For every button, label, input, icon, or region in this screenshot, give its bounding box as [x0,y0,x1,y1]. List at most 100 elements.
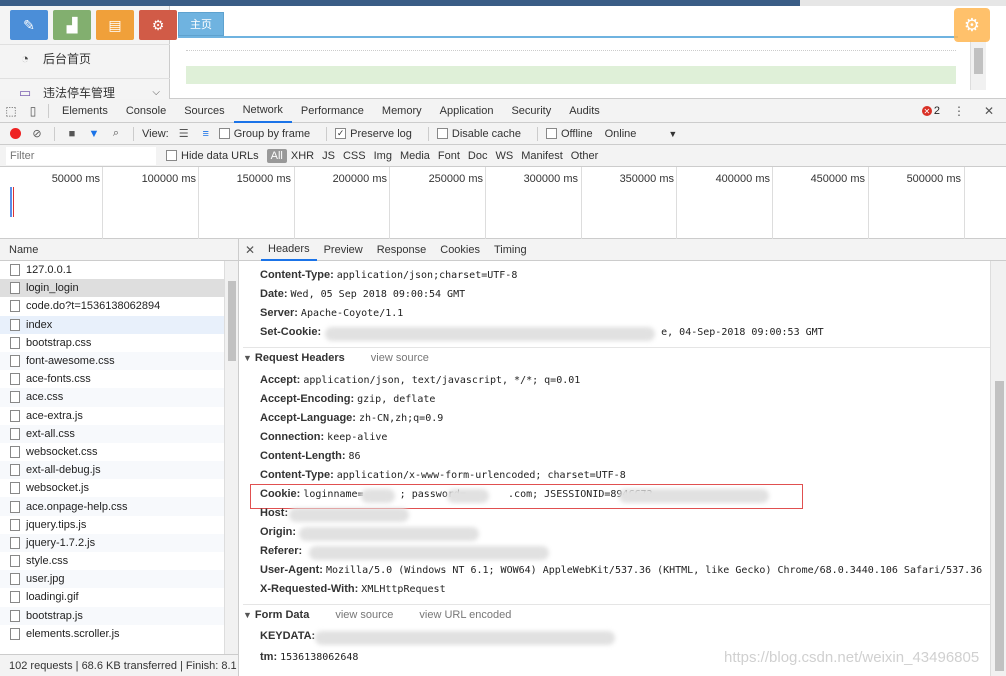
request-row[interactable]: ext-all.css [0,424,224,443]
request-list-scrollbar[interactable] [224,261,238,654]
request-name: font-awesome.css [26,355,115,368]
view-url-encoded-link[interactable]: view URL encoded [419,609,511,621]
request-row[interactable]: ace-fonts.css [0,370,224,388]
request-row[interactable]: websocket.css [0,443,224,461]
request-row[interactable]: 127.0.0.1 [0,261,224,279]
form-data-section[interactable]: ▼ Form Data view source view URL encoded [243,604,990,624]
request-header-row: Accept-Encoding: gzip, deflate [260,393,435,405]
view-source-link[interactable]: view source [335,609,393,621]
filter-type-font[interactable]: Font [434,150,464,162]
request-row[interactable]: user.jpg [0,570,224,589]
view-source-link[interactable]: view source [371,352,429,364]
divider [186,50,956,51]
header-value: e, 04-Sep-2018 09:00:53 GMT [661,327,824,338]
tab-elements[interactable]: Elements [53,99,117,123]
tab-audits[interactable]: Audits [560,99,609,123]
request-headers-section[interactable]: ▼ Request Headers view source [243,347,990,367]
request-name: websocket.css [26,445,98,458]
filter-input[interactable] [6,146,156,165]
app-scrollbar[interactable] [970,40,986,90]
request-row[interactable]: elements.scroller.js [0,625,224,643]
detail-scrollbar[interactable] [990,261,1006,676]
image-file-icon [10,573,20,586]
filter-type-img[interactable]: Img [370,150,396,162]
tab-application[interactable]: Application [431,99,503,123]
filter-type-manifest[interactable]: Manifest [517,150,567,162]
column-header-name[interactable]: Name [0,239,238,261]
tab-response[interactable]: Response [370,239,434,261]
tab-memory[interactable]: Memory [373,99,431,123]
filter-icon[interactable]: ▼ [85,125,103,143]
book-icon[interactable]: ▤ [96,10,134,40]
error-badge[interactable]: ✕ 2 [921,105,940,117]
timeline-overview[interactable]: 50000 ms 100000 ms 150000 ms 200000 ms 2… [0,167,1006,239]
bar-chart-icon[interactable]: ▟ [53,10,91,40]
file-icon [10,518,20,531]
device-toolbar-icon[interactable]: ▯ [22,99,44,123]
tab-console[interactable]: Console [117,99,175,123]
request-row[interactable]: style.css [0,552,224,570]
request-row[interactable]: font-awesome.css [0,351,224,371]
filter-type-all[interactable]: All [266,148,287,163]
request-header-row: User-Agent: Mozilla/5.0 (Windows NT 6.1; … [260,564,982,576]
waterfall-icon[interactable]: ≡ [197,125,215,143]
tab-performance[interactable]: Performance [292,99,373,123]
request-row[interactable]: jquery.tips.js [0,516,224,534]
request-row[interactable]: websocket.js [0,479,224,497]
file-icon [10,373,20,386]
filter-type-doc[interactable]: Doc [464,150,492,162]
form-value: 1536138062648 [280,652,359,663]
filter-type-ws[interactable]: WS [491,150,517,162]
close-icon[interactable]: ✕ [239,239,261,261]
close-icon[interactable]: ✕ [978,99,1000,123]
tab-network[interactable]: Network [233,99,292,123]
search-icon[interactable]: ⌕ [107,125,125,143]
request-row[interactable]: code.do?t=1536138062894 [0,297,224,315]
offline-checkbox[interactable]: Offline [545,127,593,140]
sidebar-item-home[interactable]: ◔ 后台首页 [0,44,170,72]
group-by-frame-checkbox[interactable]: Group by frame [218,128,310,140]
settings-gear-icon[interactable]: ⚙ [954,8,990,42]
hide-data-urls-checkbox[interactable]: Hide data URLs [166,150,259,162]
tab-cookies[interactable]: Cookies [433,239,487,261]
capture-screenshots-icon[interactable]: ■ [63,125,81,143]
request-row[interactable]: bootstrap.css [0,334,224,352]
request-row[interactable]: loadingi.gif [0,588,224,606]
request-row[interactable]: ace.css [0,388,224,407]
watermark: https://blog.csdn.net/weixin_43496805 [724,649,980,666]
request-row[interactable]: ace.onpage-help.css [0,497,224,516]
filter-type-other[interactable]: Other [567,150,603,162]
filter-type-js[interactable]: JS [318,150,339,162]
file-icon [10,427,20,440]
filter-type-css[interactable]: CSS [339,150,370,162]
request-row[interactable]: ace-extra.js [0,407,224,425]
tab-sources[interactable]: Sources [175,99,233,123]
pencil-icon[interactable]: ✎ [10,10,48,40]
tab-headers[interactable]: Headers [261,239,317,261]
inspect-element-icon[interactable]: ⬚ [0,99,22,123]
file-icon [10,555,20,568]
record-button[interactable] [6,125,24,143]
form-data-row: tm: 1536138062648 [260,651,358,663]
request-row[interactable]: jquery-1.7.2.js [0,533,224,552]
tab-preview[interactable]: Preview [317,239,370,261]
preserve-log-checkbox[interactable]: ✓ Preserve log [335,128,412,140]
file-icon [10,609,20,622]
tab-home[interactable]: 主页 [178,12,224,36]
tab-timing[interactable]: Timing [487,239,534,261]
tab-security[interactable]: Security [502,99,560,123]
filter-type-xhr[interactable]: XHR [287,150,318,162]
request-row[interactable]: ext-all-debug.js [0,461,224,480]
disable-cache-checkbox[interactable]: Disable cache [436,128,521,140]
clear-icon[interactable]: ⊘ [28,125,46,143]
checkbox-box: ✓ [335,128,347,139]
more-options-icon[interactable]: ⋮ [948,99,970,123]
request-row[interactable]: login_login [0,279,224,298]
throttle-select[interactable]: Online ▼ [605,128,678,140]
request-rows: 127.0.0.1 login_login code.do?t=15361380… [0,261,224,654]
large-rows-icon[interactable]: ☰ [175,125,193,143]
request-row[interactable]: bootstrap.js [0,606,224,625]
request-row[interactable]: index [0,315,224,334]
checkbox-label: Offline [560,127,593,140]
filter-type-media[interactable]: Media [396,150,434,162]
